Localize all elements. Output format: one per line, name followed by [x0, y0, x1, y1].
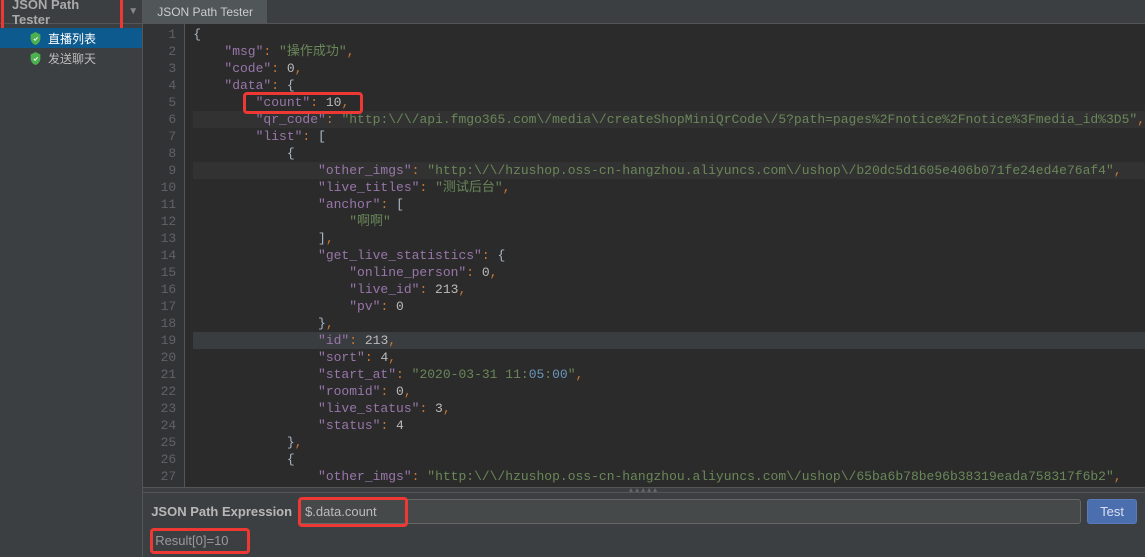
tree-item-label: 直播列表 [48, 30, 96, 47]
expression-input[interactable] [298, 499, 1081, 524]
result-text: Result[0]=10 [151, 530, 1137, 551]
expression-label: JSON Path Expression [151, 504, 292, 519]
shield-icon [28, 51, 42, 65]
tab-json-path-tester[interactable]: JSON Path Tester [143, 0, 268, 23]
chevron-down-icon[interactable]: ▼ [124, 6, 142, 17]
tree: 直播列表 发送聊天 [0, 24, 142, 72]
jsonpath-panel: JSON Path Expression Test Result[0]=10 [143, 493, 1145, 557]
main-area: JSON Path Tester 12345678910111213141516… [143, 0, 1145, 557]
tree-item[interactable]: 发送聊天 [0, 48, 142, 68]
expression-row: JSON Path Expression Test [151, 499, 1137, 524]
shield-icon [28, 31, 42, 45]
tree-item-label: 发送聊天 [48, 50, 96, 67]
sidebar-header: JSON Path Tester ▼ [0, 0, 142, 24]
tabbar: JSON Path Tester [143, 0, 1145, 24]
code-editor[interactable]: 1234567891011121314151617181920212223242… [143, 24, 1145, 487]
test-button[interactable]: Test [1087, 499, 1137, 524]
tree-item[interactable]: 直播列表 [0, 28, 142, 48]
code-content[interactable]: { "msg": "操作成功", "code": 0, "data": { "c… [185, 24, 1145, 487]
expression-input-wrap [298, 499, 1081, 524]
result-row: Result[0]=10 [151, 530, 1137, 551]
sidebar: JSON Path Tester ▼ 直播列表 发送聊天 [0, 0, 143, 557]
line-gutter: 1234567891011121314151617181920212223242… [143, 24, 185, 487]
